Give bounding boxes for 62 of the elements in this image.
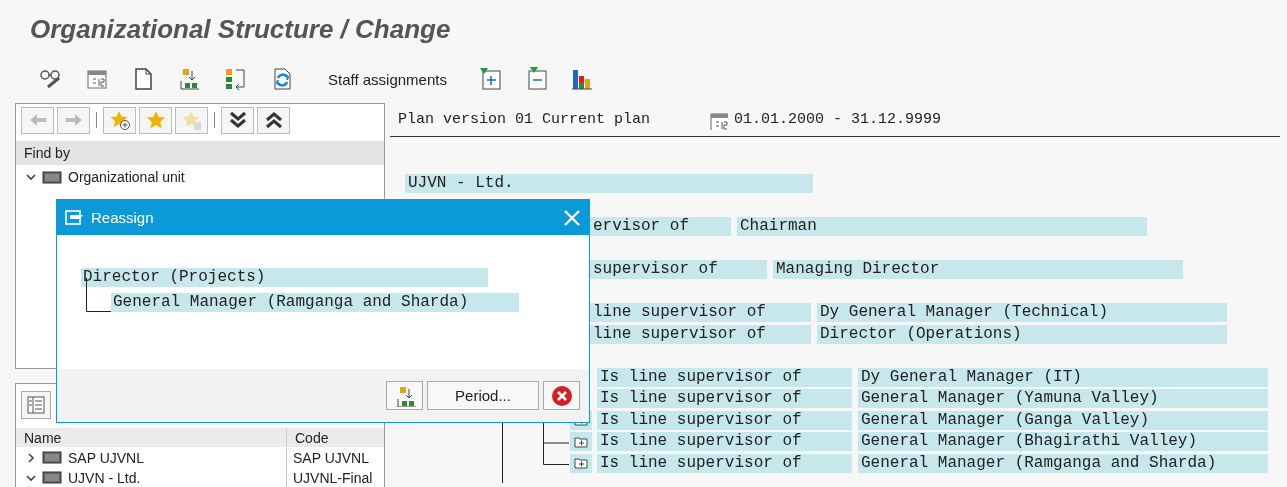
org-unit-label[interactable]: General Manager (Ramganga and Sharda): [111, 293, 519, 312]
expand-icon: [477, 67, 502, 91]
plan-version-label: Plan version 01 Current plan: [398, 111, 651, 128]
relation-label: line supervisor of: [590, 303, 811, 323]
table-cell: SAP UJVNL: [286, 447, 384, 467]
org-unit-label[interactable]: Director (Operations): [817, 324, 1227, 344]
window-title: Organizational Structure / Change: [29, 13, 452, 45]
bar-chart-icon: [569, 67, 594, 91]
transfer-button[interactable]: [386, 381, 423, 410]
tree-item[interactable]: Organizational unit: [16, 165, 384, 189]
relation-label: Is line supervisor of: [597, 389, 852, 409]
tree-item[interactable]: UJVN - Ltd.: [16, 467, 286, 487]
close-icon: [563, 208, 581, 227]
org-unit-label[interactable]: Dy General Manager (Technical): [817, 303, 1227, 323]
org-unit-label[interactable]: Chairman: [737, 217, 1147, 237]
monitor-icon: [42, 470, 62, 485]
folder-icon[interactable]: [574, 435, 588, 448]
cancel-icon: [550, 384, 573, 407]
add-favorite-icon: [108, 109, 131, 131]
org-unit-label[interactable]: Director (Projects): [81, 268, 488, 287]
monitor-icon: [42, 169, 62, 185]
org-unit-label[interactable]: Managing Director: [773, 260, 1183, 280]
monitor-icon: [42, 450, 62, 465]
collapse-all-button[interactable]: [257, 106, 290, 134]
folder-icon[interactable]: [574, 457, 588, 470]
calendar-icon: [85, 67, 109, 91]
relation-label: Is line supervisor of: [597, 453, 852, 473]
list-icon: [27, 396, 45, 414]
tree-item[interactable]: SAP UJVNL: [16, 447, 286, 467]
org-unit-label[interactable]: General Manager (Ganga Valley): [858, 410, 1268, 430]
chevron-right-icon[interactable]: [26, 452, 36, 463]
staff-assignments-button[interactable]: Staff assignments: [326, 68, 449, 90]
org-chart-icon: [177, 67, 201, 91]
dialog-title: Reassign: [91, 209, 154, 226]
table-cell: UJVNL-Final: [286, 467, 384, 487]
org-unit-label[interactable]: General Manager (Bhagirathi Valley): [858, 432, 1268, 452]
relation-label: Is line supervisor of: [597, 410, 852, 430]
chevron-down-icon[interactable]: [26, 472, 36, 483]
add-favorite-button[interactable]: [103, 106, 136, 134]
chevron-down-icon[interactable]: [26, 172, 36, 182]
close-button[interactable]: [563, 208, 581, 227]
org-unit-label[interactable]: General Manager (Ramganga and Sharda): [858, 453, 1268, 473]
glasses-icon: [39, 67, 63, 91]
relation-label: Is line supervisor of: [597, 367, 852, 387]
relation-label: Is line supervisor of: [597, 432, 852, 452]
expand-all-button[interactable]: [221, 106, 254, 134]
column-header[interactable]: Name: [16, 428, 286, 447]
org-unit-label[interactable]: UJVN - Ltd.: [405, 174, 813, 194]
cancel-button[interactable]: [543, 381, 580, 410]
relation-label: ervisor of: [590, 217, 731, 237]
org-unit-label[interactable]: Dy General Manager (IT): [858, 367, 1268, 387]
org-unit-label[interactable]: General Manager (Yamuna Valley): [858, 389, 1268, 409]
window-icon: [65, 209, 85, 226]
period-button[interactable]: Period...: [427, 381, 539, 410]
relation-label: supervisor of: [590, 260, 767, 280]
delete-favorite-icon: [180, 109, 203, 131]
column-header[interactable]: Code: [286, 428, 384, 447]
section-header: Find by: [24, 145, 70, 161]
org-chart-icon: [223, 67, 247, 91]
layout-button[interactable]: [21, 391, 51, 419]
relation-label: line supervisor of: [590, 324, 811, 344]
period-label: 01.01.2000 - 31.12.9999: [734, 111, 942, 128]
